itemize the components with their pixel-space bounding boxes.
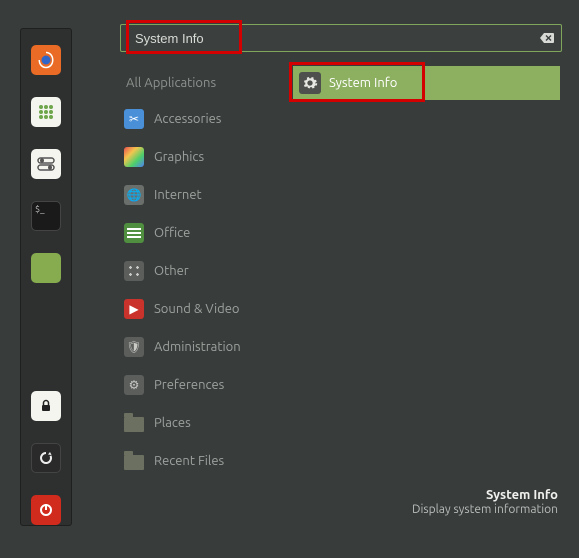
category-all-applications[interactable]: All Applications xyxy=(124,66,283,100)
category-label: Preferences xyxy=(154,378,224,392)
dock-logout[interactable] xyxy=(31,443,61,473)
category-graphics[interactable]: Graphics xyxy=(124,138,283,176)
category-office[interactable]: Office xyxy=(124,214,283,252)
dock-firefox[interactable] xyxy=(31,45,61,75)
category-label: Office xyxy=(154,226,190,240)
search-input[interactable] xyxy=(120,24,562,52)
scissors-icon: ✂ xyxy=(124,109,144,129)
category-other[interactable]: Other xyxy=(124,252,283,290)
category-places[interactable]: Places xyxy=(124,404,283,442)
footer-title: System Info xyxy=(412,488,558,502)
dock-terminal[interactable] xyxy=(31,201,61,231)
dock-power[interactable] xyxy=(31,495,61,525)
category-list: All Applications ✂ Accessories Graphics … xyxy=(110,66,283,480)
category-label: Internet xyxy=(154,188,202,202)
category-label: Accessories xyxy=(154,112,221,126)
category-recent-files[interactable]: Recent Files xyxy=(124,442,283,480)
play-icon: ▶ xyxy=(124,299,144,319)
category-internet[interactable]: 🌐 Internet xyxy=(124,176,283,214)
document-icon xyxy=(124,223,144,243)
application-menu: All Applications ✂ Accessories Graphics … xyxy=(110,22,570,530)
folder-icon xyxy=(124,417,144,432)
category-label: Recent Files xyxy=(154,454,224,468)
footer-description: Display system information xyxy=(412,503,558,516)
app-description-footer: System Info Display system information xyxy=(412,488,558,516)
globe-icon: 🌐 xyxy=(124,185,144,205)
shield-icon: 🛡 xyxy=(124,337,144,357)
category-label: All Applications xyxy=(126,76,216,90)
category-accessories[interactable]: ✂ Accessories xyxy=(124,100,283,138)
category-label: Sound & Video xyxy=(154,302,240,316)
dock-apps[interactable] xyxy=(31,97,61,127)
category-label: Other xyxy=(154,264,189,278)
grid-icon xyxy=(124,261,144,281)
category-label: Places xyxy=(154,416,191,430)
dock-settings-toggle[interactable] xyxy=(31,149,61,179)
folder-icon xyxy=(124,455,144,470)
clear-search-icon[interactable] xyxy=(540,32,554,44)
category-label: Graphics xyxy=(154,150,204,164)
search-results: System Info xyxy=(283,66,570,480)
palette-icon xyxy=(124,147,144,167)
category-label: Administration xyxy=(154,340,241,354)
result-system-info[interactable]: System Info xyxy=(293,66,560,100)
dock-files[interactable] xyxy=(31,253,61,283)
category-administration[interactable]: 🛡 Administration xyxy=(124,328,283,366)
launcher-dock xyxy=(20,28,72,526)
category-preferences[interactable]: ⚙ Preferences xyxy=(124,366,283,404)
dock-lock[interactable] xyxy=(31,391,61,421)
sliders-icon: ⚙ xyxy=(124,375,144,395)
category-sound-video[interactable]: ▶ Sound & Video xyxy=(124,290,283,328)
result-label: System Info xyxy=(329,76,397,90)
gear-icon xyxy=(299,72,321,94)
